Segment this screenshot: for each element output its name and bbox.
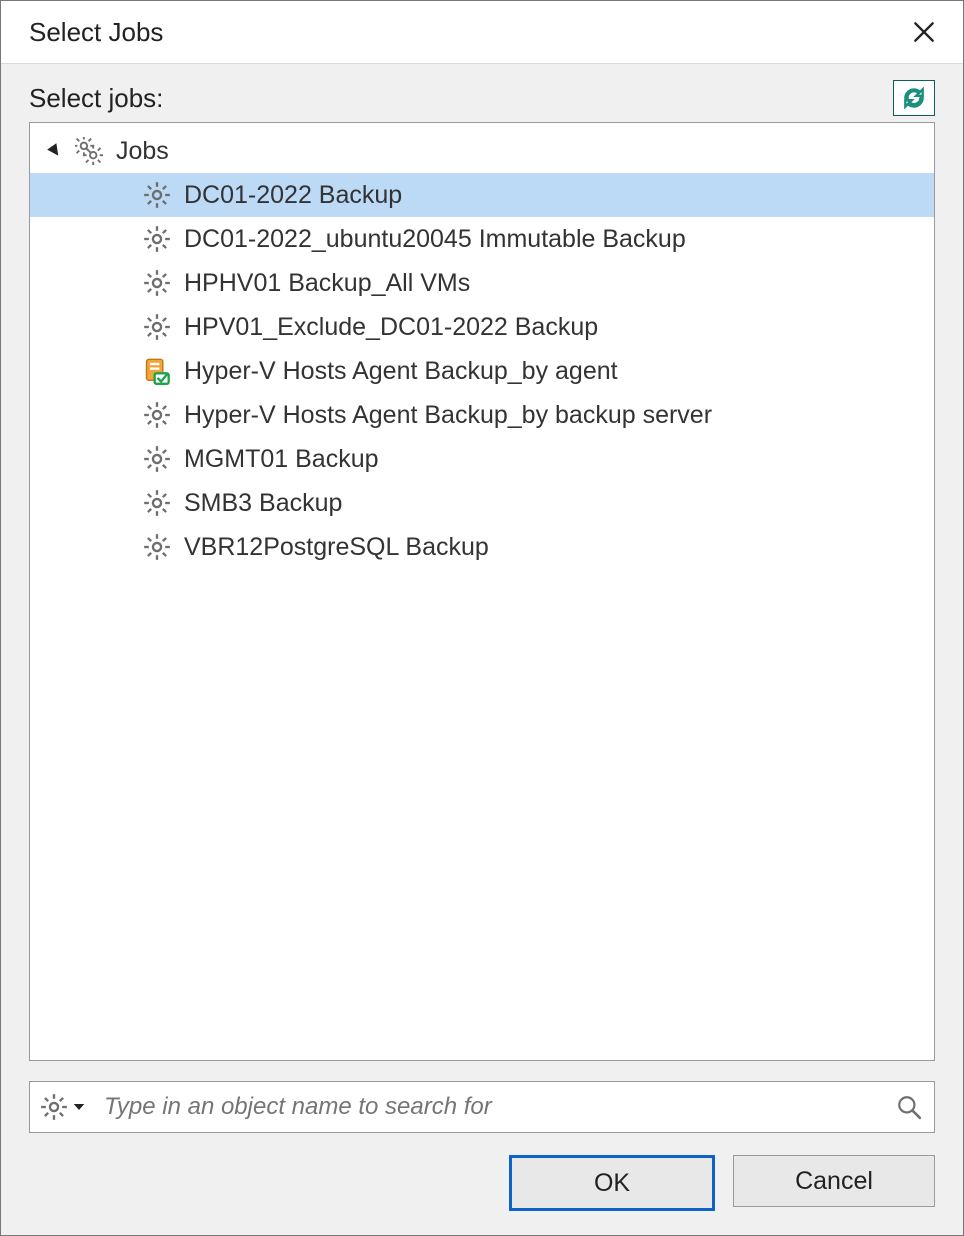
titlebar: Select Jobs <box>1 1 963 64</box>
tree-item-label: HPV01_Exclude_DC01-2022 Backup <box>184 313 598 342</box>
dialog-buttons: OK Cancel <box>29 1155 935 1211</box>
close-icon <box>911 19 937 45</box>
tree-item[interactable]: Hyper-V Hosts Agent Backup_by backup ser… <box>30 393 934 437</box>
select-jobs-label: Select jobs: <box>29 83 163 114</box>
tree-item-label: HPHV01 Backup_All VMs <box>184 269 470 298</box>
backup-job-icon <box>140 310 174 344</box>
label-row: Select jobs: <box>29 80 935 116</box>
tree-item-label: Hyper-V Hosts Agent Backup_by backup ser… <box>184 401 712 430</box>
search-button[interactable] <box>894 1092 924 1122</box>
tree-item[interactable]: Hyper-V Hosts Agent Backup_by agent <box>30 349 934 393</box>
close-button[interactable] <box>907 15 941 49</box>
ok-button[interactable]: OK <box>509 1155 715 1211</box>
dialog-title: Select Jobs <box>29 17 163 48</box>
backup-job-icon <box>140 178 174 212</box>
tree-item-label: SMB3 Backup <box>184 489 342 518</box>
tree-item-label: VBR12PostgreSQL Backup <box>184 533 489 562</box>
tree-item-label: DC01-2022 Backup <box>184 181 402 210</box>
backup-job-icon <box>140 486 174 520</box>
tree-item[interactable]: HPHV01 Backup_All VMs <box>30 261 934 305</box>
tree-item[interactable]: SMB3 Backup <box>30 481 934 525</box>
filter-gear-icon <box>40 1093 68 1121</box>
jobs-tree[interactable]: Jobs DC01-2022 Backup DC01-2022_ubuntu200… <box>29 122 935 1061</box>
refresh-button[interactable] <box>893 80 935 116</box>
backup-job-icon <box>140 398 174 432</box>
backup-job-icon <box>140 222 174 256</box>
cancel-button[interactable]: Cancel <box>733 1155 935 1207</box>
backup-job-icon <box>140 530 174 564</box>
refresh-icon <box>901 85 927 111</box>
agent-job-icon <box>140 354 174 388</box>
chevron-down-icon <box>70 1098 88 1116</box>
tree-item[interactable]: DC01-2022_ubuntu20045 Immutable Backup <box>30 217 934 261</box>
expander-icon[interactable] <box>44 140 66 162</box>
search-box <box>29 1081 935 1133</box>
tree-item[interactable]: DC01-2022 Backup <box>30 173 934 217</box>
search-type-filter[interactable] <box>40 1093 94 1121</box>
tree-item-label: Hyper-V Hosts Agent Backup_by agent <box>184 357 618 386</box>
tree-item[interactable]: HPV01_Exclude_DC01-2022 Backup <box>30 305 934 349</box>
search-icon <box>896 1094 922 1120</box>
tree-item[interactable]: MGMT01 Backup <box>30 437 934 481</box>
backup-job-icon <box>140 442 174 476</box>
tree-item[interactable]: VBR12PostgreSQL Backup <box>30 525 934 569</box>
backup-job-icon <box>140 266 174 300</box>
search-input[interactable] <box>94 1092 894 1122</box>
jobs-group-icon <box>72 134 106 168</box>
tree-item-label: DC01-2022_ubuntu20045 Immutable Backup <box>184 225 686 254</box>
dialog-body: Select jobs: Jobs DC01-2022 Backup DC01-2… <box>1 64 963 1235</box>
tree-root-jobs[interactable]: Jobs <box>30 129 934 173</box>
tree-item-label: MGMT01 Backup <box>184 445 379 474</box>
tree-root-label: Jobs <box>116 137 169 166</box>
